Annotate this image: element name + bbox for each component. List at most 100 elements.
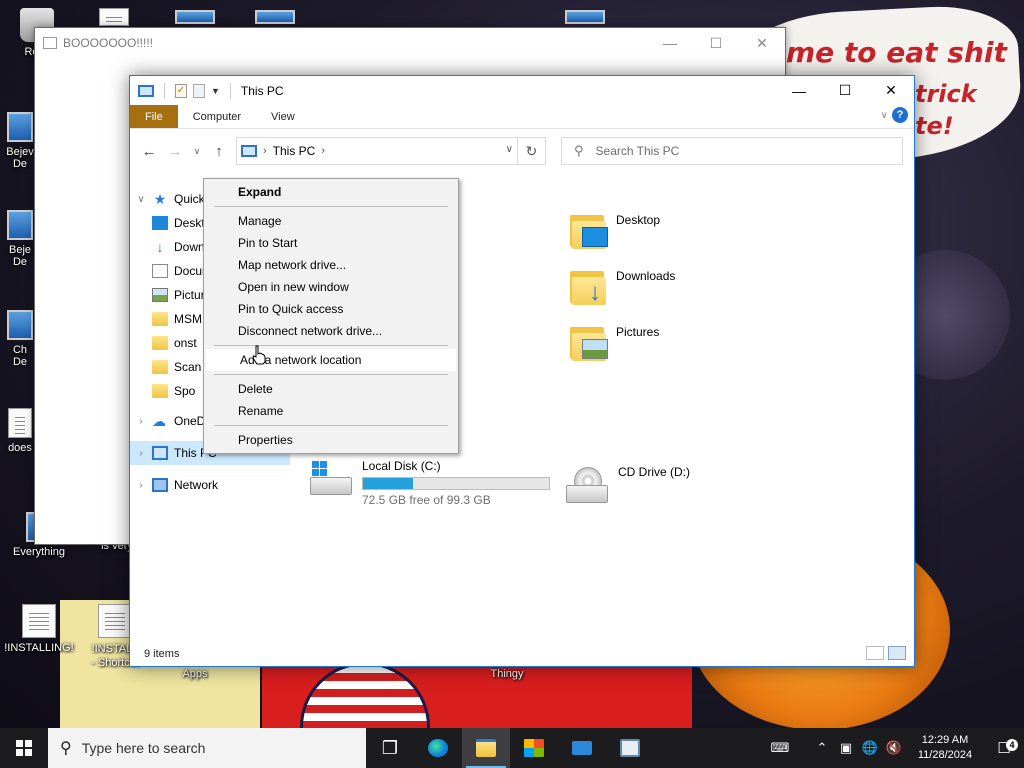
- mail-icon: [572, 741, 592, 755]
- meet-now-icon[interactable]: ▣: [834, 740, 858, 756]
- desktop-icon-apps[interactable]: Apps: [160, 668, 230, 680]
- minimize-button[interactable]: —: [776, 76, 822, 105]
- chevron-down-icon[interactable]: ∨: [130, 194, 152, 205]
- background-window-titlebar[interactable]: BOOOOOOO!!!!! — ☐ ✕: [35, 28, 785, 58]
- desktop-icon-top-3[interactable]: [550, 10, 620, 28]
- menu-divider: [214, 425, 448, 426]
- folder-icon: [152, 360, 168, 374]
- desktop-icon-thingy[interactable]: Thingy: [472, 668, 542, 680]
- taskbar-app-edge[interactable]: [414, 728, 462, 768]
- address-location[interactable]: This PC: [273, 144, 316, 158]
- task-view-button[interactable]: ❐: [366, 728, 414, 768]
- menu-item-open-new-window[interactable]: Open in new window: [204, 276, 458, 298]
- system-tray: ⌨ ⌃ ▣ 🌐 🔇 12:29 AM 11/28/2024 ☐ 4: [768, 728, 1024, 768]
- chevron-right-icon[interactable]: ›: [130, 416, 152, 427]
- this-pc-icon: [138, 84, 154, 97]
- wallpaper-text-line1: me to eat shit: [786, 36, 1007, 69]
- address-bar[interactable]: › This PC › ∨: [236, 137, 518, 165]
- menu-item-properties[interactable]: Properties: [204, 429, 458, 451]
- chevron-down-icon[interactable]: ∨: [881, 110, 888, 121]
- taskbar-app-mail[interactable]: [558, 728, 606, 768]
- menu-item-expand[interactable]: Expand: [204, 181, 458, 203]
- close-button[interactable]: ✕: [739, 28, 785, 58]
- back-button[interactable]: ←: [138, 139, 160, 163]
- nav-label: Scan: [174, 360, 202, 374]
- taskbar-app-file-explorer[interactable]: [462, 728, 510, 768]
- tab-computer[interactable]: Computer: [178, 105, 256, 128]
- desktop-icon-top-2[interactable]: [240, 10, 310, 28]
- menu-item-map-network-drive[interactable]: Map network drive...: [204, 254, 458, 276]
- chevron-right-icon[interactable]: ›: [130, 480, 152, 491]
- refresh-button[interactable]: ↻: [518, 137, 546, 165]
- explorer-title: This PC: [240, 83, 284, 98]
- menu-item-manage[interactable]: Manage: [204, 210, 458, 232]
- maximize-button[interactable]: ☐: [693, 28, 739, 58]
- folder-pictures[interactable]: Pictures: [570, 323, 659, 361]
- network-globe-icon[interactable]: 🌐: [858, 740, 882, 756]
- windows-logo-icon: [16, 740, 32, 756]
- new-folder-icon[interactable]: [193, 83, 205, 98]
- clock[interactable]: 12:29 AM 11/28/2024: [906, 733, 984, 763]
- taskbar-app-notepad[interactable]: [606, 728, 654, 768]
- close-button[interactable]: ✕: [868, 76, 914, 105]
- ribbon-tabs: File Computer View ∨ ?: [130, 105, 914, 129]
- menu-item-pin-to-start[interactable]: Pin to Start: [204, 232, 458, 254]
- properties-icon[interactable]: ✓: [175, 83, 187, 98]
- desktop-icon-label: Thingy: [490, 668, 524, 680]
- nav-item-network[interactable]: › Network: [130, 473, 290, 497]
- edge-icon: [428, 739, 448, 757]
- chevron-right-icon[interactable]: ›: [130, 448, 152, 459]
- details-view-icon[interactable]: [866, 646, 884, 660]
- shortcut-icon: [7, 210, 33, 240]
- divider: [164, 82, 165, 99]
- desktop-icon-installing[interactable]: !INSTALLING!: [4, 604, 74, 654]
- notification-button[interactable]: ☐ 4: [984, 739, 1024, 757]
- document-icon: [152, 264, 168, 278]
- taskbar-search-input[interactable]: ⚲ Type here to search: [48, 728, 366, 768]
- drive-free-space: 72.5 GB free of 99.3 GB: [362, 493, 491, 507]
- text-file-icon: [22, 604, 56, 638]
- menu-item-add-network-location[interactable]: Add a network location: [206, 349, 456, 371]
- up-button[interactable]: ↑: [208, 139, 230, 163]
- item-count: 9 items: [144, 648, 180, 660]
- menu-item-delete[interactable]: Delete: [204, 378, 458, 400]
- folder-desktop[interactable]: Desktop: [570, 211, 660, 249]
- search-icon: ⚲: [574, 143, 584, 158]
- nav-label: Spo: [174, 384, 196, 398]
- task-view-icon: ❐: [381, 737, 399, 758]
- recent-locations-button[interactable]: ∨: [190, 139, 204, 163]
- maximize-button[interactable]: ☐: [822, 76, 868, 105]
- chevron-down-icon[interactable]: ∨: [506, 144, 513, 155]
- help-icon[interactable]: ?: [892, 107, 908, 123]
- search-input[interactable]: ⚲ Search This PC: [561, 137, 903, 165]
- app-icon: [43, 37, 57, 49]
- chevron-right-icon[interactable]: ›: [263, 145, 267, 157]
- taskbar-app-store[interactable]: [510, 728, 558, 768]
- tab-file[interactable]: File: [130, 105, 178, 128]
- notification-count: 4: [1006, 739, 1018, 751]
- chevron-up-icon[interactable]: ⌃: [810, 740, 834, 756]
- taskbar: ⚲ Type here to search ❐ ⌨ ⌃ ▣ 🌐 🔇 12:29 …: [0, 728, 1024, 768]
- context-menu: Expand Manage Pin to Start Map network d…: [203, 178, 459, 454]
- start-button[interactable]: [0, 728, 48, 768]
- drive-cd-d[interactable]: CD Drive (D:): [564, 465, 690, 507]
- desktop-icon-top-1[interactable]: [160, 10, 230, 28]
- search-icon: ⚲: [60, 740, 72, 757]
- keyboard-icon[interactable]: ⌨: [768, 740, 792, 756]
- chevron-right-icon[interactable]: ›: [321, 145, 325, 157]
- large-icons-view-icon[interactable]: [888, 646, 906, 660]
- minimize-button[interactable]: —: [647, 28, 693, 58]
- address-row: ← → ∨ ↑ › This PC › ∨ ↻ ⚲ Search This PC: [130, 129, 914, 173]
- drive-local-disk-c[interactable]: Local Disk (C:) 72.5 GB free of 99.3 GB: [308, 459, 550, 507]
- menu-item-disconnect-network-drive[interactable]: Disconnect network drive...: [204, 320, 458, 342]
- chevron-down-icon[interactable]: ▼: [211, 86, 220, 96]
- divider: [229, 82, 231, 99]
- folder-downloads[interactable]: ↓ Downloads: [570, 267, 675, 305]
- volume-muted-icon[interactable]: 🔇: [882, 740, 906, 756]
- forward-button[interactable]: →: [164, 139, 186, 163]
- tab-view[interactable]: View: [256, 105, 310, 128]
- explorer-titlebar[interactable]: ✓ ▼ This PC — ☐ ✕: [130, 76, 914, 105]
- menu-item-rename[interactable]: Rename: [204, 400, 458, 422]
- menu-item-pin-quick-access[interactable]: Pin to Quick access: [204, 298, 458, 320]
- folder-icon: [152, 384, 168, 398]
